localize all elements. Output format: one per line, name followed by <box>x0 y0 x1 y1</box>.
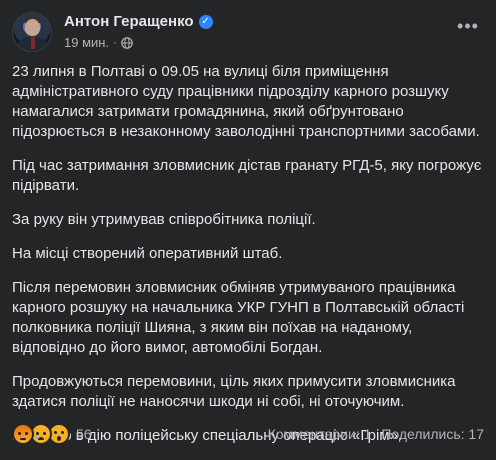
angry-reaction-icon <box>12 423 34 445</box>
verified-check-icon: ✓ <box>198 14 213 29</box>
author-name[interactable]: Антон Геращенко <box>64 13 194 30</box>
post-body: 23 липня в Полтаві о 09.05 на вулиці біл… <box>12 62 482 460</box>
comments-count[interactable]: Комментарии: 1 <box>268 426 372 442</box>
post-paragraph: Під час затримання зловмисник дістав гра… <box>12 157 482 194</box>
engagement-counts: Комментарии: 1 Поделились: 17 <box>268 426 484 442</box>
post-paragraph: 23 липня в Полтаві о 09.05 на вулиці біл… <box>12 63 480 140</box>
more-options-icon[interactable]: ••• <box>454 14 482 38</box>
post-paragraph: На місці створений оперативний штаб. <box>12 245 283 262</box>
post-meta: 19 мин. · <box>64 35 133 50</box>
avatar[interactable] <box>12 12 52 52</box>
post-header: Антон Геращенко ✓ 19 мин. · ••• <box>12 8 484 56</box>
separator-dot: · <box>113 36 117 49</box>
author-line: Антон Геращенко ✓ <box>64 13 213 30</box>
post-paragraph: За руку він утримував співробітника полі… <box>12 211 316 228</box>
shares-count[interactable]: Поделились: 17 <box>381 426 484 442</box>
globe-icon[interactable] <box>120 36 133 49</box>
post-timestamp[interactable]: 19 мин. <box>64 35 109 50</box>
post-footer: 56 Комментарии: 1 Поделились: 17 <box>12 423 484 445</box>
facebook-post: Антон Геращенко ✓ 19 мин. · ••• 23 липня… <box>0 0 496 448</box>
reactions-summary[interactable]: 56 <box>12 423 92 445</box>
post-paragraph: Продовжуються перемовини, ціль яких прим… <box>12 373 456 410</box>
post-paragraph: Після перемовин зловмисник обміняв утрим… <box>12 279 465 356</box>
reaction-count: 56 <box>76 426 92 442</box>
